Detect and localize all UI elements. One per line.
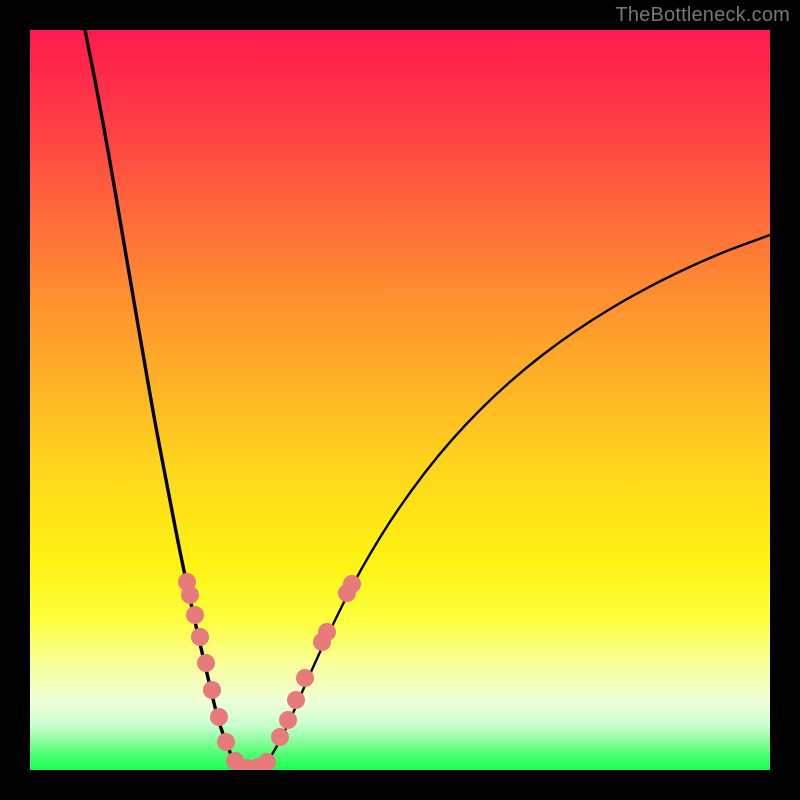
marker-dot [343,575,361,593]
marker-dot [191,628,209,646]
marker-dot [318,623,336,641]
marker-dot [296,669,314,687]
marker-dot [210,708,228,726]
marker-dot [271,728,289,746]
plot-area [30,30,770,770]
marker-dot [279,711,297,729]
curve-right-branch [265,235,770,765]
marker-dot [203,681,221,699]
marker-dot [287,691,305,709]
chart-frame: TheBottleneck.com [0,0,800,800]
marker-group [178,573,361,770]
marker-dot [181,586,199,604]
curve-left-branch [85,30,235,763]
marker-dot [197,654,215,672]
marker-dot [258,753,276,770]
marker-dot [217,733,235,751]
marker-dot [186,606,204,624]
watermark-label: TheBottleneck.com [615,4,790,27]
bottleneck-curve-svg [30,30,770,770]
curve-group [85,30,770,768]
